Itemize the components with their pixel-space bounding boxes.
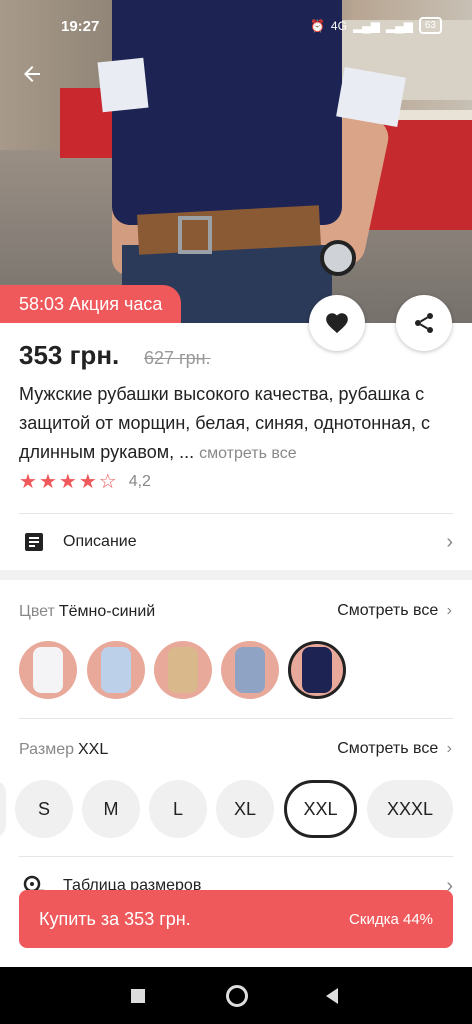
rating-value: 4,2 — [128, 473, 151, 490]
recents-icon[interactable] — [131, 989, 145, 1003]
favorite-button[interactable] — [309, 295, 365, 351]
rating[interactable]: ★ ★ ★ ★ ☆ 4,2 — [19, 472, 151, 492]
color-label: Цвет — [19, 603, 55, 620]
discount-label: Скидка 44% — [349, 911, 433, 928]
color-swatch-white[interactable] — [19, 641, 77, 699]
size-see-all[interactable]: Смотреть все › — [337, 740, 452, 758]
old-price: 627 грн. — [144, 348, 211, 368]
product-title: Мужские рубашки высокого качества, рубаш… — [19, 380, 459, 468]
see-all-link[interactable]: смотреть все — [199, 445, 296, 462]
size-option-m[interactable]: M — [82, 780, 140, 838]
divider — [19, 856, 453, 857]
status-icons: ⏰ 4G ▂▄▆ ▂▄▆ 63 — [310, 17, 442, 34]
size-option-xxl[interactable]: XXL — [284, 780, 357, 838]
color-swatch-light-blue[interactable] — [87, 641, 145, 699]
belt-buckle — [178, 216, 212, 254]
chevron-right-icon: › — [446, 740, 452, 757]
system-nav-bar — [0, 967, 472, 1024]
size-selected: XXL — [78, 741, 109, 758]
chevron-right-icon: › — [446, 530, 453, 553]
divider — [19, 513, 453, 514]
chevron-right-icon: › — [446, 602, 452, 619]
size-option-xxxl[interactable]: XXXL — [367, 780, 453, 838]
back-arrow-icon[interactable] — [20, 62, 50, 92]
buy-button-label: Купить за 353 грн. — [39, 909, 191, 929]
size-option-l[interactable]: L — [149, 780, 207, 838]
size-see-all-label: Смотреть все — [337, 740, 439, 757]
share-button[interactable] — [396, 295, 452, 351]
size-option-xl[interactable]: XL — [216, 780, 274, 838]
buy-button[interactable]: Купить за 353 грн. Скидка 44% — [19, 890, 453, 948]
flash-sale-badge: 58:03 Акция часа — [0, 285, 182, 323]
heart-icon — [326, 313, 348, 334]
color-see-all[interactable]: Смотреть все › — [337, 602, 452, 620]
share-icon — [415, 313, 433, 333]
star-filled-icon: ★ — [19, 471, 37, 493]
color-see-all-label: Смотреть все — [337, 602, 439, 619]
divider — [19, 718, 453, 719]
star-filled-icon: ★ — [58, 471, 77, 493]
signal-icon: ▂▄▆ — [352, 18, 380, 33]
size-option-s[interactable]: S — [15, 780, 73, 838]
alarm-icon: ⏰ — [309, 18, 325, 33]
description-label: Описание — [63, 533, 137, 550]
size-option-partial[interactable] — [0, 780, 6, 838]
current-price: 353 грн. — [19, 340, 120, 370]
status-time: 19:27 — [61, 18, 100, 35]
color-swatch-navy[interactable] — [288, 641, 346, 699]
star-filled-icon: ★ — [78, 471, 97, 493]
home-icon[interactable] — [226, 985, 248, 1007]
model-watch — [320, 240, 356, 276]
status-bar: 19:27 ⏰ 4G ▂▄▆ ▂▄▆ 63 — [0, 0, 472, 52]
star-empty-icon: ☆ — [98, 471, 117, 493]
star-filled-icon: ★ — [38, 471, 57, 493]
signal-icon: ▂▄▆ — [385, 18, 413, 33]
size-label: Размер — [19, 741, 74, 758]
color-swatch-beige[interactable] — [154, 641, 212, 699]
color-swatch-grey-blue[interactable] — [221, 641, 279, 699]
network-label: 4G — [330, 18, 347, 33]
section-gap — [0, 570, 472, 580]
description-row[interactable]: Описание › — [19, 528, 453, 556]
color-selected: Тёмно-синий — [58, 603, 156, 620]
battery-icon: 63 — [418, 17, 442, 34]
back-icon[interactable] — [324, 987, 340, 1005]
shirt-cuff — [97, 57, 149, 113]
document-icon — [25, 533, 43, 551]
shirt-cuff — [336, 66, 406, 128]
